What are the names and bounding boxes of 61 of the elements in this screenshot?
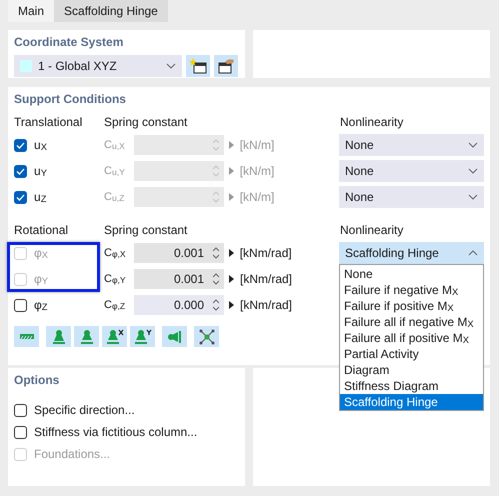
play-icon[interactable] <box>229 275 234 283</box>
tab[interactable]: Scaffolding Hinge <box>54 0 168 22</box>
new-coordinate-system-button[interactable] <box>186 55 210 77</box>
checkbox[interactable] <box>14 190 27 204</box>
edit-coordinate-system-button[interactable] <box>214 55 238 77</box>
checkbox[interactable] <box>14 164 27 178</box>
column-header: Nonlinearity <box>340 115 404 129</box>
side-support-icon <box>166 330 182 344</box>
toolbar-button[interactable] <box>14 326 39 347</box>
panel-title: Support Conditions <box>14 92 127 108</box>
unit-label: [kN/m] <box>240 190 276 204</box>
ground-icon <box>18 334 34 340</box>
option-label: Specific direction... <box>34 403 135 417</box>
check-icon <box>16 142 25 148</box>
unit-label: [kNm/rad] <box>240 272 294 286</box>
coordinate-system-dropdown[interactable]: 1 - Global XYZ <box>14 55 182 77</box>
checkbox[interactable] <box>14 298 27 312</box>
unit-label: [kNm/rad] <box>240 298 294 312</box>
toolbar-button[interactable] <box>102 326 127 347</box>
nonlinearity-dropdown[interactable]: None <box>339 160 484 182</box>
nonlinearity-dropdown[interactable]: None <box>339 186 484 208</box>
check-icon <box>16 194 25 200</box>
checkbox[interactable] <box>14 426 27 438</box>
column-header: Nonlinearity <box>340 223 404 237</box>
caret-icon <box>468 194 478 200</box>
play-icon[interactable] <box>229 301 234 309</box>
toolbar-button[interactable] <box>162 326 187 347</box>
option-label: Foundations... <box>34 447 110 461</box>
caret-icon <box>166 63 176 69</box>
group-label: Translational <box>14 115 84 129</box>
support-icon <box>78 329 94 344</box>
unit-label: [kNm/rad] <box>240 246 293 260</box>
support-icon <box>50 329 66 344</box>
toolbar-button[interactable] <box>46 326 71 347</box>
caret-icon <box>468 250 478 256</box>
option-label: Stiffness via fictitious column... <box>34 425 198 439</box>
support-icon <box>106 329 124 344</box>
nonlinearity-dropdown[interactable]: None <box>339 134 484 156</box>
column-header: Spring constant <box>104 223 188 237</box>
tab[interactable]: Main <box>8 0 54 22</box>
support-icon <box>134 329 152 344</box>
group-label: Rotational <box>14 223 70 237</box>
column-header: Spring constant <box>104 115 188 129</box>
check-icon <box>16 168 25 174</box>
toolbar-button[interactable] <box>74 326 99 347</box>
play-icon[interactable] <box>229 249 234 257</box>
new-window-icon <box>189 58 207 74</box>
spring-constant-field[interactable]: 0.000 <box>134 295 224 315</box>
toolbar-button[interactable] <box>130 326 155 347</box>
unit-label: [kN/m] <box>240 164 276 178</box>
caret-icon <box>468 142 478 148</box>
unit-label: [kN/m] <box>240 138 276 152</box>
toolbar-button[interactable] <box>194 326 219 347</box>
caret-icon <box>468 168 478 174</box>
panel-title: Options <box>14 373 60 389</box>
panel-title: Coordinate System <box>14 35 124 51</box>
checkbox[interactable] <box>14 404 27 416</box>
spinner-icon[interactable] <box>213 299 219 311</box>
window-hand-icon <box>217 58 235 74</box>
checkbox[interactable] <box>14 138 27 152</box>
nodes-icon <box>198 328 214 344</box>
